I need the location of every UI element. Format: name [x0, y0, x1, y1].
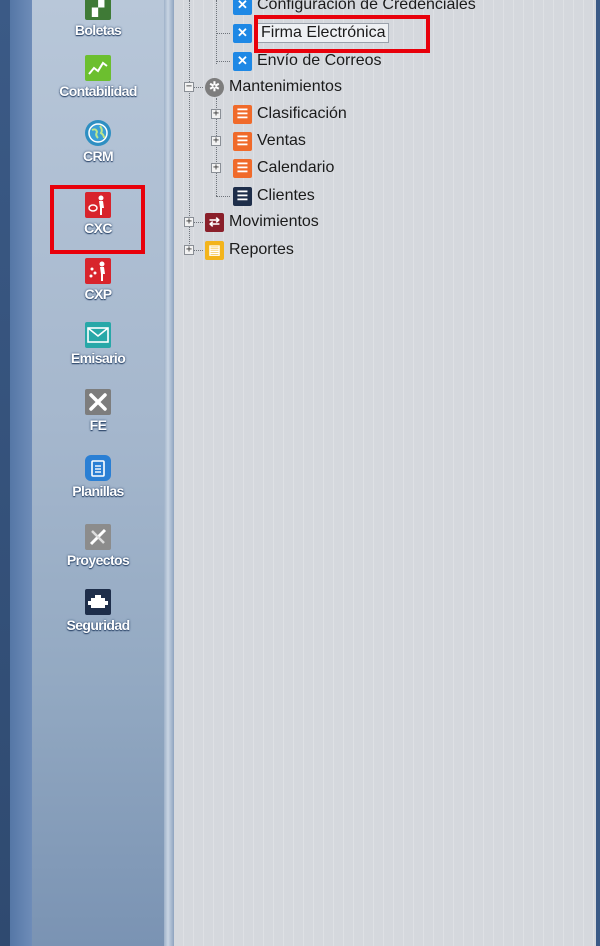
highlight-firma-electronica: [254, 15, 430, 53]
tree-item-label: Mantenimientos: [229, 78, 342, 95]
tree-item-label: Configuración de Credenciales: [257, 0, 476, 13]
module-label: Contabilidad: [59, 83, 137, 99]
tree-item-movimientos[interactable]: ⇄ Movimientos: [205, 210, 319, 234]
tree-connector: [194, 222, 203, 223]
module-boletas[interactable]: ▞ Boletas: [32, 0, 164, 38]
tree-connector: [194, 87, 203, 88]
globe-icon: [85, 120, 111, 146]
tree-item-mantenimientos[interactable]: ✲ Mantenimientos: [205, 75, 342, 99]
tools-icon: ✕: [233, 51, 252, 71]
ruler-pencil-icon: [85, 524, 111, 550]
module-crm[interactable]: CRM: [32, 120, 164, 164]
tools-icon: [85, 389, 111, 415]
list-icon: ☰: [233, 104, 252, 124]
module-label: Seguridad: [66, 617, 130, 633]
tree-item-label: Reportes: [229, 241, 294, 258]
tree-item-label: Calendario: [257, 159, 335, 176]
document-chart-icon: ▞: [85, 0, 111, 20]
module-seguridad[interactable]: Seguridad: [32, 589, 164, 633]
list-icon: ☰: [233, 186, 252, 206]
tree-item-reportes[interactable]: ▤ Reportes: [205, 238, 294, 262]
window-frame-inner: [10, 0, 32, 946]
engine-icon: [85, 589, 111, 615]
tools-icon: ✕: [233, 0, 252, 15]
list-icon: ☰: [233, 131, 252, 151]
module-label: Proyectos: [66, 552, 130, 568]
tree-item-envio-correos[interactable]: ✕ Envío de Correos: [233, 49, 382, 73]
module-emisario[interactable]: Emisario: [32, 322, 164, 366]
tree-item-label: Ventas: [257, 132, 306, 149]
module-planillas[interactable]: Planillas: [32, 455, 164, 499]
window-frame-right: [596, 0, 600, 946]
tree-item-ventas[interactable]: ☰ Ventas: [233, 129, 306, 153]
module-label: FE: [89, 417, 107, 433]
expand-toggle-reportes[interactable]: +: [184, 245, 194, 255]
tree-connector: [194, 250, 203, 251]
expand-toggle-ventas[interactable]: +: [211, 136, 221, 146]
tree-item-label: Envío de Correos: [257, 52, 382, 69]
expand-toggle-movimientos[interactable]: +: [184, 217, 194, 227]
module-label: Emisario: [70, 350, 126, 366]
sidebar-splitter[interactable]: [164, 0, 174, 946]
person-coins-icon: [85, 258, 111, 284]
tree-item-calendario[interactable]: ☰ Calendario: [233, 156, 334, 180]
module-label: CRM: [82, 148, 114, 164]
expand-toggle-clasificacion[interactable]: +: [211, 109, 221, 119]
module-fe[interactable]: FE: [32, 389, 164, 433]
line-chart-icon: [85, 55, 111, 81]
tools-icon: ✕: [233, 23, 252, 43]
clipboard-icon: [85, 455, 111, 481]
tree-connector: [216, 0, 217, 64]
module-label: CXP: [84, 286, 113, 302]
tree-item-clientes[interactable]: ☰ Clientes: [233, 184, 315, 208]
highlight-cxc: [50, 185, 145, 254]
envelope-icon: [85, 322, 111, 348]
module-contabilidad[interactable]: Contabilidad: [32, 55, 164, 99]
tree-item-clasificacion[interactable]: ☰ Clasificación: [233, 102, 347, 126]
tree-connector: [216, 33, 230, 34]
module-proyectos[interactable]: Proyectos: [32, 524, 164, 568]
window-frame-left: [0, 0, 10, 946]
report-icon: ▤: [205, 240, 224, 260]
tree-connector: [216, 61, 230, 62]
expand-toggle-calendario[interactable]: +: [211, 163, 221, 173]
tree-connector: [216, 196, 230, 197]
module-label: Boletas: [74, 22, 122, 38]
shuffle-icon: ⇄: [205, 212, 224, 232]
collapse-toggle-mantenimientos[interactable]: −: [184, 82, 194, 92]
tree-item-label: Movimientos: [229, 213, 319, 230]
module-cxp[interactable]: CXP: [32, 258, 164, 302]
tree-item-label: Clientes: [257, 187, 315, 204]
list-icon: ☰: [233, 158, 252, 178]
tree-item-label: Clasificación: [257, 105, 347, 122]
tree-connector: [189, 0, 190, 252]
module-label: Planillas: [72, 483, 124, 499]
gear-icon: ✲: [205, 77, 224, 97]
